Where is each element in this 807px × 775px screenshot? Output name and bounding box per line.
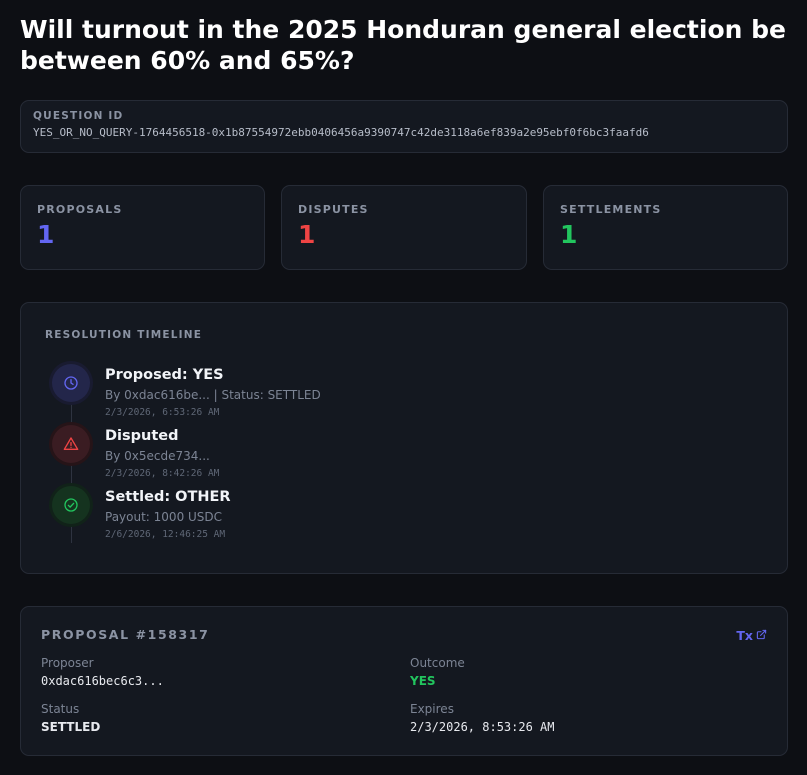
timeline-item-subtitle: Payout: 1000 USDC [105,510,223,524]
timeline-item-title: Disputed [105,428,179,444]
disputes-stat-card: DISPUTES 1 [281,185,527,270]
check-circle-icon [52,486,90,524]
proposer-value: 0xdac616bec6c3... [41,674,164,688]
tx-link-label: Tx [736,628,753,643]
timeline-item-time: 2/3/2026, 8:42:26 AM [105,468,220,479]
disputes-count: 1 [298,220,316,249]
timeline-item-subtitle: By 0xdac616be... | Status: SETTLED [105,388,321,402]
settlements-label: SETTLEMENTS [560,203,662,216]
timeline-title: RESOLUTION TIMELINE [45,329,203,341]
question-id-card: QUESTION ID YES_OR_NO_QUERY-1764456518-0… [20,100,788,153]
page-title: Will turnout in the 2025 Honduran genera… [20,15,786,75]
proposal-title: PROPOSAL #158317 [41,627,210,642]
proposer-label: Proposer [41,656,94,670]
settlements-stat-card: SETTLEMENTS 1 [543,185,788,270]
proposals-label: PROPOSALS [37,203,123,216]
timeline-item-subtitle: By 0x5ecde734... [105,449,210,463]
timeline-item-time: 2/3/2026, 6:53:26 AM [105,407,220,418]
expires-field: Expires 2/3/2026, 8:53:26 AM [410,702,555,734]
proposal-card: PROPOSAL #158317 Tx Proposer 0xdac616bec… [20,606,788,756]
clock-icon [52,364,90,402]
expires-label: Expires [410,702,454,716]
settlements-count: 1 [560,220,578,249]
outcome-value: YES [410,674,436,688]
proposals-stat-card: PROPOSALS 1 [20,185,265,270]
external-link-icon [756,628,767,643]
question-id-value: YES_OR_NO_QUERY-1764456518-0x1b87554972e… [33,126,649,139]
disputes-label: DISPUTES [298,203,369,216]
status-value: SETTLED [41,720,101,734]
timeline-item-time: 2/6/2026, 12:46:25 AM [105,529,226,540]
outcome-field: Outcome YES [410,656,465,688]
timeline-item-title: Settled: OTHER [105,489,231,505]
proposals-count: 1 [37,220,55,249]
question-id-label: QUESTION ID [33,110,124,122]
tx-link[interactable]: Tx [736,628,767,643]
timeline-item-title: Proposed: YES [105,367,224,383]
expires-value: 2/3/2026, 8:53:26 AM [410,720,555,734]
status-field: Status SETTLED [41,702,100,734]
proposer-field: Proposer 0xdac616bec6c3... [41,656,164,688]
status-label: Status [41,702,80,716]
outcome-label: Outcome [410,656,465,670]
alert-triangle-icon [52,425,90,463]
